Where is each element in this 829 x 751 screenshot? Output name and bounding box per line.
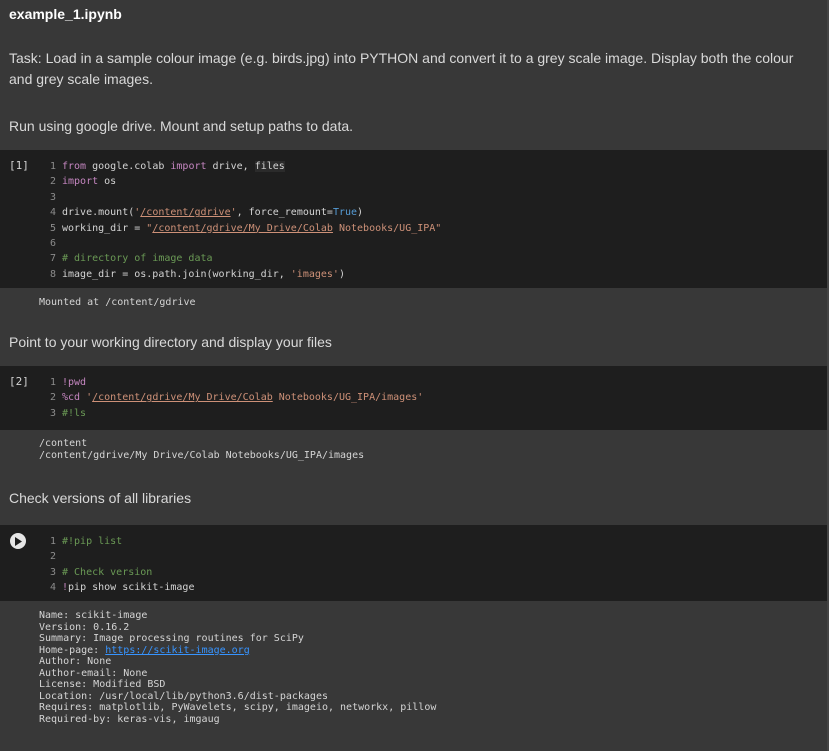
output-line: /content (39, 438, 88, 449)
output-line: Author-email: None (39, 667, 148, 679)
output-line: /content/gdrive/My Drive/Colab Notebooks… (39, 450, 365, 461)
output-line: Author: None (39, 656, 112, 667)
code-cell-1[interactable]: [1] 1 from google.colab import drive, fil… (0, 150, 829, 288)
code-cell-2[interactable]: [2] 1 !pwd 2 %cd '/content/gdrive/My Drive… (0, 366, 829, 430)
cell-gutter: [1] (0, 150, 34, 288)
output-line: Location: /usr/local/lib/python3.6/dist-… (39, 690, 328, 702)
code-editor[interactable]: 1 !pwd 2 %cd '/content/gdrive/My Drive/Col… (46, 375, 423, 421)
output-line: Required-by: keras-vis, imgaug (39, 713, 220, 725)
cell-output-3: Name: scikit-image Version: 0.16.2 Summa… (0, 601, 829, 751)
code-editor[interactable]: 1 from google.colab import drive, files 2… (46, 159, 441, 282)
homepage-label: Home-page: (39, 644, 106, 656)
cell-output-1: Mounted at /content/gdrive (0, 288, 829, 318)
code-editor[interactable]: 1 #!pip list 2 3 # Check version 4 !pip sho… (46, 534, 195, 596)
output-line: Summary: Image processing routines for S… (39, 633, 304, 644)
markdown-check-versions: Check versions of all libraries (9, 490, 192, 506)
homepage-link[interactable]: https://scikit-image.org (105, 645, 250, 656)
output-line: Version: 0.16.2 (39, 621, 130, 633)
execution-count: [2] (9, 375, 29, 388)
output-line: Name: scikit-image (39, 610, 148, 621)
cell-gutter: [2] (0, 366, 34, 430)
markdown-drive-instructions: Run using google drive. Mount and setup … (9, 118, 354, 134)
notebook-filename[interactable]: example_1.ipynb (0, 0, 829, 30)
code-cell-3[interactable]: 1 #!pip list 2 3 # Check version 4 !pip sho… (0, 525, 829, 601)
execution-count: [1] (9, 159, 29, 172)
play-icon (15, 536, 22, 546)
output-line: Requires: matplotlib, PyWavelets, scipy,… (39, 702, 437, 713)
markdown-working-dir: Point to your working directory and disp… (9, 334, 332, 350)
output-line: Home-page: https://scikit-image.org (39, 645, 250, 657)
markdown-task: Task: Load in a sample colour image (e.g… (9, 50, 794, 87)
output-text: Mounted at /content/gdrive (39, 297, 196, 308)
cell-output-2: /content /content/gdrive/My Drive/Colab … (0, 430, 829, 474)
run-cell-button[interactable] (10, 533, 26, 549)
output-line: License: Modified BSD (39, 679, 166, 690)
